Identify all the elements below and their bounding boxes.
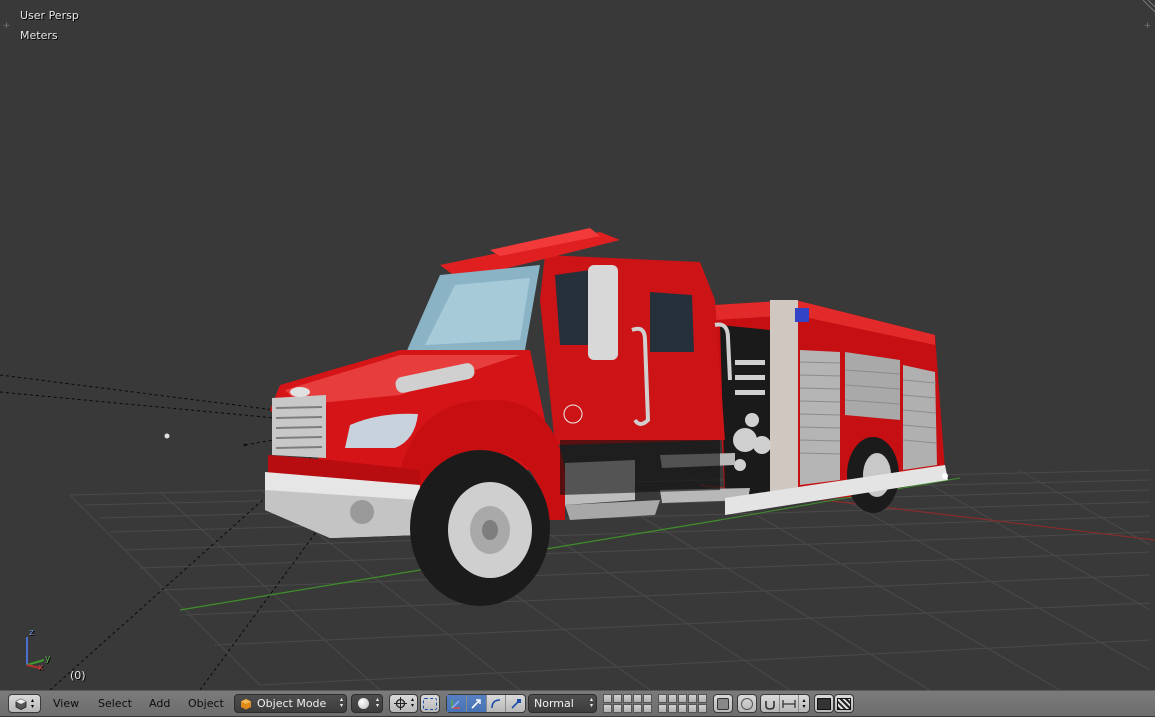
scene-canvas <box>0 228 1155 690</box>
pivot-point-dropdown[interactable]: ▴ ▾ <box>389 694 418 713</box>
proportional-edit-icon <box>741 697 753 710</box>
add-menu[interactable]: Add <box>149 691 170 717</box>
gizmo-y-label: y <box>45 654 51 664</box>
render-icon <box>817 697 831 710</box>
mode-label: Object Mode <box>257 697 327 710</box>
view-name-label: User Persp <box>20 9 79 22</box>
snap-element-icon[interactable] <box>780 695 799 712</box>
scale-icon[interactable] <box>506 695 525 712</box>
gizmo-z-label: z <box>29 628 34 638</box>
render-animation-button[interactable] <box>834 694 854 713</box>
transform-orientation-label: Normal <box>534 697 574 710</box>
proportional-edit-button[interactable] <box>737 694 757 713</box>
viewport-shading-dropdown[interactable]: ▴ ▾ <box>351 694 383 713</box>
area-split-top-right-icon[interactable]: + <box>1143 22 1152 31</box>
object-menu[interactable]: Object <box>188 691 224 717</box>
mode-dropdown[interactable]: Object Mode ▴ ▾ <box>234 694 347 713</box>
editor-type-button[interactable]: ▴ ▾ <box>8 694 41 713</box>
manipulator-toggle-icon[interactable] <box>447 695 467 712</box>
layer-buttons-group-1[interactable] <box>603 694 652 713</box>
cube-icon <box>15 698 27 710</box>
clapperboard-icon <box>837 697 851 710</box>
viewport-header: ▴ ▾ View Select Add Object Object Mode ▴ ▾… <box>0 690 1155 716</box>
area-split-top-left-icon[interactable]: + <box>2 22 11 31</box>
lock-camera-button[interactable] <box>713 694 733 713</box>
fire-truck-model <box>265 228 948 606</box>
pivot-center-icon <box>394 697 407 710</box>
snap-toggle-icon[interactable] <box>761 695 780 712</box>
lamp-origin-dot <box>164 433 170 439</box>
3d-viewport[interactable]: User Persp Meters z y x (0) + + <box>0 0 1155 690</box>
select-menu[interactable]: Select <box>98 691 132 717</box>
render-preview-button[interactable] <box>814 694 834 713</box>
area-corner-grip-icon[interactable] <box>1141 0 1155 14</box>
sphere-icon <box>358 698 369 709</box>
manipulator-group <box>446 694 526 713</box>
translate-icon[interactable] <box>466 695 487 712</box>
rotate-icon[interactable] <box>487 695 507 712</box>
transform-orientation-dropdown[interactable]: Normal ▴ ▾ <box>528 694 597 713</box>
pivot-align-button[interactable] <box>420 694 440 713</box>
frame-number: (0) <box>70 669 86 682</box>
snap-group: ▴ ▾ <box>760 694 810 713</box>
cube-icon <box>241 699 251 710</box>
layer-buttons-group-2[interactable] <box>658 694 707 713</box>
manipulate-center-points-icon <box>423 697 437 710</box>
gizmo-x-label: x <box>38 663 44 673</box>
snap-dropdown-arrows-icon[interactable]: ▴ ▾ <box>799 695 809 712</box>
units-label: Meters <box>20 29 58 42</box>
view-menu[interactable]: View <box>53 691 79 717</box>
layer-lock-icon <box>717 697 729 710</box>
